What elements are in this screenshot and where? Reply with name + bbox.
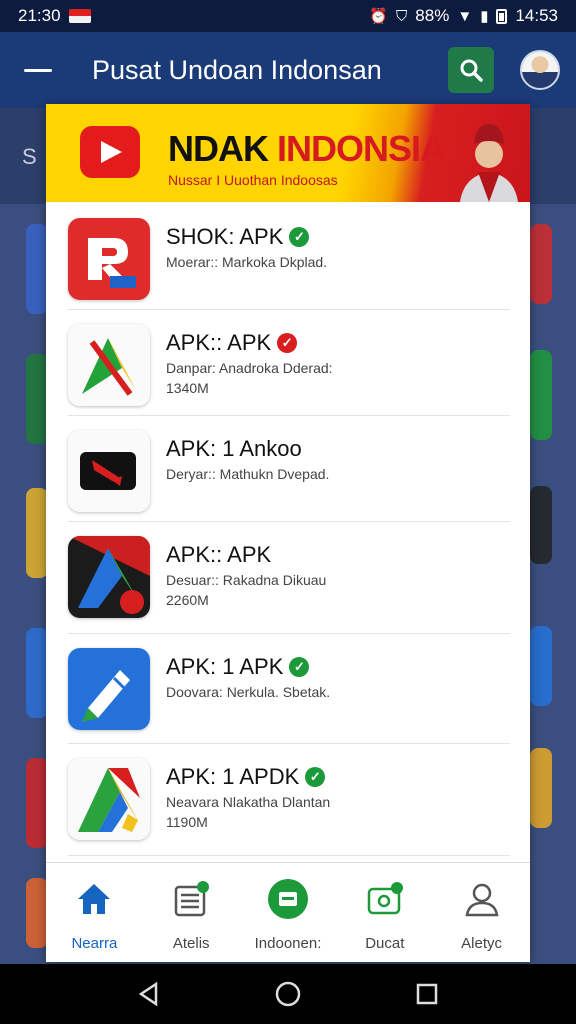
red-r-app-icon bbox=[68, 218, 150, 300]
search-icon bbox=[460, 59, 483, 82]
home-button[interactable] bbox=[268, 974, 308, 1014]
nav-label: Ducat bbox=[365, 935, 405, 952]
app-name: APK:: APK bbox=[166, 330, 272, 355]
app-list: SHOK: APK ✓ Moerar:: Markoka Dkplad. APK… bbox=[46, 204, 530, 856]
nav-indonesia[interactable]: Indoonen: bbox=[240, 863, 337, 962]
app-size: 1340M bbox=[166, 380, 209, 396]
app-description: Neavara Nlakatha Dlantan bbox=[166, 794, 331, 810]
verified-icon: ✓ bbox=[305, 767, 326, 787]
google-a-app-icon bbox=[68, 758, 150, 840]
battery-icon bbox=[496, 8, 508, 24]
app-title: Pusat Undoan Indonsan bbox=[92, 54, 382, 85]
status-time: 14:53 bbox=[515, 6, 558, 25]
banner-subtitle: Nussar I Uuothan Indoosas bbox=[168, 172, 338, 188]
person-illustration-icon bbox=[460, 124, 518, 202]
black-arrow-app-icon bbox=[68, 430, 150, 512]
system-navigation bbox=[0, 964, 576, 1024]
nav-profile[interactable]: Aletyc bbox=[433, 863, 530, 962]
back-button[interactable] bbox=[129, 974, 169, 1014]
verified-icon: ✓ bbox=[289, 657, 310, 677]
alarm-icon: ⏰ bbox=[369, 8, 389, 25]
app-bar: Pusat Undoan Indonsan bbox=[0, 32, 576, 108]
verified-icon: ✓ bbox=[277, 333, 298, 353]
app-name: APK: 1 APK bbox=[166, 654, 284, 679]
list-item[interactable]: APK:: APK Desuar:: Rakadna Dikuau 2260M bbox=[68, 522, 510, 634]
signal-icon: ▮ bbox=[480, 8, 489, 25]
app-size: 1190M bbox=[166, 814, 208, 830]
news-icon bbox=[169, 877, 213, 921]
list-item[interactable]: SHOK: APK ✓ Moerar:: Markoka Dkplad. bbox=[68, 204, 510, 310]
hamburger-icon bbox=[24, 68, 52, 72]
promo-banner[interactable]: NDAK INDONSIA Nussar I Uuothan Indoosas bbox=[46, 104, 530, 202]
banner-title: NDAK INDONSIA bbox=[168, 128, 446, 169]
wallet-icon bbox=[363, 877, 407, 921]
home-icon bbox=[72, 877, 116, 921]
nav-label: Aletyc bbox=[461, 935, 503, 952]
nav-ducat[interactable]: Ducat bbox=[336, 863, 433, 962]
flag-icon bbox=[68, 9, 91, 23]
menu-button[interactable] bbox=[24, 60, 52, 80]
play-logo-icon bbox=[80, 126, 140, 178]
wifi-icon: ▼ bbox=[457, 7, 473, 25]
app-name: APK: 1 Ankoo bbox=[166, 436, 302, 461]
search-button[interactable] bbox=[448, 47, 494, 93]
app-description: Moerar:: Markoka Dkplad. bbox=[166, 254, 328, 270]
app-name: APK: 1 APDK bbox=[166, 764, 300, 789]
dark-a-app-icon bbox=[68, 536, 150, 618]
app-description: Danpar: Anadroka Dderad: bbox=[166, 360, 333, 376]
app-description: Desuar:: Rakadna Dikuau bbox=[166, 572, 327, 588]
home-circle-icon bbox=[275, 981, 301, 1007]
nav-home[interactable]: Nearra bbox=[46, 863, 143, 962]
green-triangle-app-icon bbox=[68, 324, 150, 406]
app-name: SHOK: APK bbox=[166, 224, 284, 249]
list-item[interactable]: APK: 1 APK ✓ Doovara: Nerkula. Sbetak. bbox=[68, 634, 510, 744]
app-description: Doovara: Nerkula. Sbetak. bbox=[166, 684, 331, 700]
list-item[interactable]: APK:: APK ✓ Danpar: Anadroka Dderad: 134… bbox=[68, 310, 510, 416]
profile-icon bbox=[460, 877, 504, 921]
app-list-card: NDAK INDONSIA Nussar I Uuothan Indoosas bbox=[46, 104, 530, 962]
nav-articles[interactable]: Atelis bbox=[143, 863, 240, 962]
avatar[interactable] bbox=[520, 50, 560, 90]
background-text: S bbox=[22, 144, 37, 169]
app-description: Deryar:: Mathukn Dvepad. bbox=[166, 466, 330, 482]
list-item[interactable]: APK: 1 APDK ✓ Neavara Nlakatha Dlantan 1… bbox=[68, 744, 510, 856]
shield-icon: ⛉ bbox=[396, 7, 408, 25]
nav-label: Atelis bbox=[172, 935, 210, 952]
battery-percent: 88% bbox=[415, 6, 450, 25]
list-item[interactable]: APK: 1 Ankoo Deryar:: Mathukn Dvepad. bbox=[68, 416, 510, 522]
app-size: 2260M bbox=[166, 592, 209, 608]
nav-label: Indoonen: bbox=[254, 935, 322, 952]
recents-icon bbox=[416, 983, 437, 1005]
app-name: APK:: APK bbox=[166, 542, 272, 567]
verified-icon: ✓ bbox=[289, 227, 310, 247]
green-circle-icon bbox=[266, 877, 310, 921]
status-bar: 21:30 ⏰ ⛉ 88% ▼ ▮ 14:53 bbox=[0, 0, 576, 32]
nav-label: Nearra bbox=[71, 935, 118, 952]
bottom-navigation: Nearra Atelis Indoonen: Ducat Aletyc bbox=[46, 862, 530, 962]
status-left-time: 21:30 bbox=[18, 6, 61, 25]
recents-button[interactable] bbox=[407, 974, 447, 1014]
back-icon bbox=[139, 981, 158, 1007]
blue-pen-app-icon bbox=[68, 648, 150, 730]
